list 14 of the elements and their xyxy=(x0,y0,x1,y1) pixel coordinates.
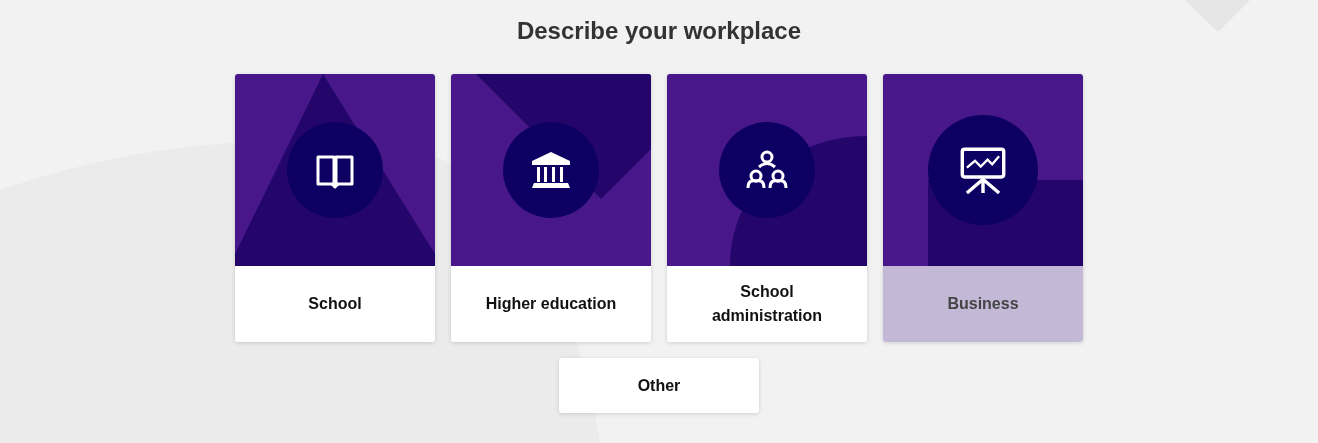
institution-icon xyxy=(532,152,570,188)
option-card[interactable]: Higher education xyxy=(451,74,651,342)
option-card[interactable]: Business xyxy=(883,74,1083,342)
option-card[interactable]: School administration xyxy=(667,74,867,342)
book-icon xyxy=(316,155,354,189)
option-label: School administration xyxy=(710,282,824,326)
people-icon xyxy=(746,150,788,189)
presentation-chart-icon xyxy=(960,147,1006,195)
option-card[interactable]: School xyxy=(235,74,435,342)
other-button[interactable]: Other xyxy=(559,358,759,413)
option-label: School xyxy=(308,294,362,314)
page-heading: Describe your workplace xyxy=(516,16,802,46)
option-label: Business xyxy=(947,294,1019,314)
option-label: Higher education xyxy=(485,294,617,314)
